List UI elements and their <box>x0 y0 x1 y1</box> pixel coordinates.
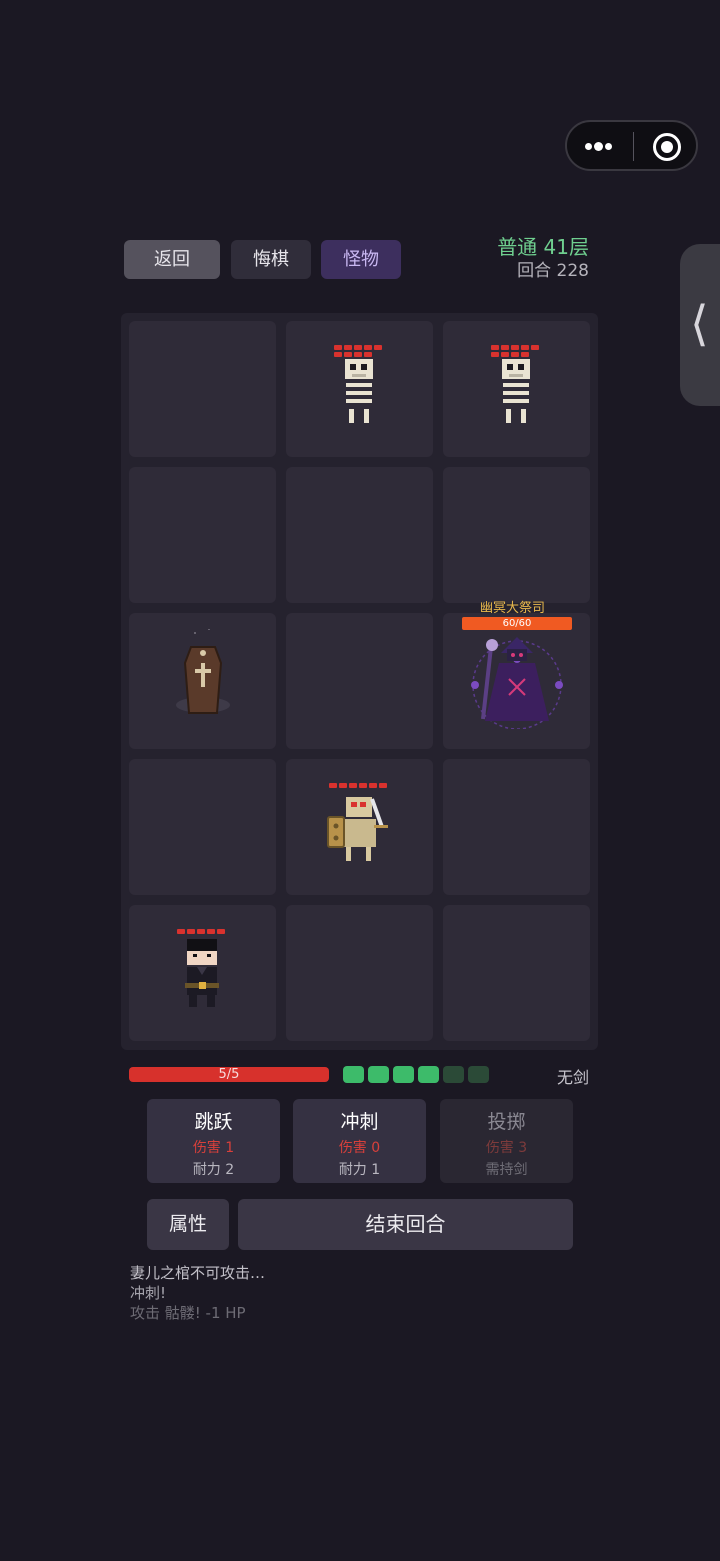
jump-action-button[interactable]: 跳跃 伤害 1 耐力 2 <box>147 1099 280 1183</box>
skeleton-knight-icon <box>327 797 388 861</box>
action-name: 冲刺 <box>340 1111 379 1133</box>
log-line: 冲刺! <box>130 1284 167 1302</box>
board-cell-r5c3[interactable] <box>443 905 590 1041</box>
stamina-pip <box>443 1066 464 1083</box>
action-cost: 耐力 2 <box>192 1162 235 1178</box>
action-name: 跳跃 <box>194 1111 233 1133</box>
attributes-button[interactable]: 属性 <box>147 1199 229 1250</box>
boss-name: 幽冥大祭司 <box>480 601 546 616</box>
back-button[interactable]: 返回 <box>124 240 220 279</box>
stamina-pip <box>418 1066 439 1083</box>
mini-program-capsule <box>565 120 698 171</box>
action-cost: 耐力 1 <box>338 1162 381 1178</box>
action-damage: 伤害 3 <box>485 1140 528 1156</box>
player-hp-bar: 5/5 <box>129 1067 329 1082</box>
stamina-pip <box>468 1066 489 1083</box>
coffin-icon <box>176 629 230 714</box>
action-cost: 需持剑 <box>485 1162 528 1178</box>
action-name: 投掷 <box>487 1111 526 1133</box>
chevron-left-icon: ⟨ <box>690 296 709 352</box>
action-damage: 伤害 1 <box>192 1140 235 1156</box>
close-target-icon[interactable] <box>653 133 681 161</box>
board-cell-r3c3[interactable]: 幽冥大祭司 60/60 <box>443 601 590 749</box>
game-board: 幽冥大祭司 60/60 <box>121 313 598 1050</box>
board-cell-r3c1[interactable] <box>129 613 276 749</box>
enemy-hp-pips <box>329 783 393 790</box>
undo-button[interactable]: 悔棋 <box>231 240 311 279</box>
board-cell-r5c2[interactable] <box>286 905 433 1041</box>
board-cell-r2c2[interactable] <box>286 467 433 603</box>
turn-counter: 回合 228 <box>517 261 589 281</box>
stamina-pip <box>368 1066 389 1083</box>
board-cell-r1c2[interactable] <box>286 321 433 457</box>
log-line: 妻儿之棺不可攻击… <box>130 1264 266 1282</box>
board-cell-r4c1[interactable] <box>129 759 276 895</box>
more-menu-icon[interactable] <box>583 136 619 156</box>
board-cell-r4c2[interactable] <box>286 759 433 895</box>
skeleton-icon <box>502 359 530 423</box>
board-cell-r2c3[interactable] <box>443 467 590 603</box>
stamina-meter <box>343 1066 493 1083</box>
sword-status: 无剑 <box>556 1068 589 1087</box>
stamina-pip <box>393 1066 414 1083</box>
side-collapse-tab[interactable]: ⟨ <box>680 244 720 406</box>
player-hp-pips <box>177 929 231 936</box>
board-cell-r4c3[interactable] <box>443 759 590 895</box>
capsule-divider <box>633 132 634 161</box>
board-cell-r1c1[interactable] <box>129 321 276 457</box>
board-cell-r3c2[interactable] <box>286 613 433 749</box>
throw-action-button[interactable]: 投掷 伤害 3 需持剑 <box>440 1099 573 1183</box>
board-cell-r1c3[interactable] <box>443 321 590 457</box>
action-damage: 伤害 0 <box>338 1140 381 1156</box>
dash-action-button[interactable]: 冲刺 伤害 0 耐力 1 <box>293 1099 426 1183</box>
combat-log: 妻儿之棺不可攻击… 冲刺! 攻击 骷髅! -1 HP <box>130 1263 265 1323</box>
stamina-pip <box>343 1066 364 1083</box>
log-line: 攻击 骷髅! -1 HP <box>130 1304 246 1322</box>
skeleton-icon <box>345 359 373 423</box>
monster-button[interactable]: 怪物 <box>321 240 401 279</box>
boss-hp-bar: 60/60 <box>462 617 572 630</box>
board-cell-r5c1[interactable] <box>129 905 276 1041</box>
dark-priest-boss-icon <box>471 637 563 729</box>
end-turn-button[interactable]: 结束回合 <box>238 1199 573 1250</box>
board-cell-r2c1[interactable] <box>129 467 276 603</box>
player-hero-icon <box>185 939 219 1007</box>
